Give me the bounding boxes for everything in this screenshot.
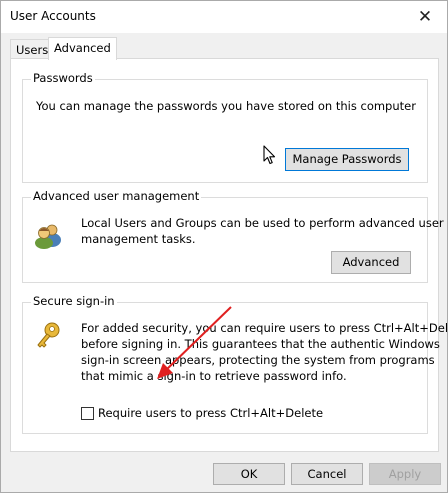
advanced-description-line2: management tasks.: [81, 232, 196, 246]
manage-passwords-button[interactable]: Manage Passwords: [285, 148, 409, 171]
title-bar: User Accounts ✕: [1, 1, 447, 33]
advanced-button[interactable]: Advanced: [331, 251, 411, 274]
apply-button[interactable]: Apply: [369, 463, 441, 485]
advanced-description-line1: Local Users and Groups can be used to pe…: [81, 216, 444, 230]
ok-button[interactable]: OK: [213, 463, 285, 485]
secure-signin-title: Secure sign-in: [31, 294, 117, 308]
ok-button-label: OK: [240, 467, 258, 481]
users-group-icon: [33, 220, 63, 250]
user-accounts-window: User Accounts ✕ Users Advanced Passwords…: [0, 0, 448, 493]
secure-signin-description-line3: sign-in screen appears, protecting the s…: [81, 353, 435, 367]
annotation-arrow-icon: [151, 303, 237, 383]
cancel-button-label: Cancel: [307, 467, 347, 481]
advanced-tab-panel: Passwords You can manage the passwords y…: [10, 58, 448, 452]
key-icon: [35, 321, 63, 351]
tab-users-label: Users: [16, 43, 49, 57]
close-icon[interactable]: ✕: [411, 5, 439, 29]
require-ctrl-alt-delete-checkbox[interactable]: [81, 407, 94, 420]
passwords-group-title: Passwords: [31, 71, 95, 85]
cancel-button[interactable]: Cancel: [291, 463, 363, 485]
passwords-description: You can manage the passwords you have st…: [36, 99, 416, 113]
tab-advanced[interactable]: Advanced: [48, 37, 117, 60]
advanced-button-label: Advanced: [342, 255, 400, 269]
advanced-user-management-group: Advanced user management Local Users and…: [22, 189, 444, 283]
secure-signin-description-line1: For added security, you can require user…: [81, 321, 448, 335]
advanced-user-management-title: Advanced user management: [31, 189, 202, 203]
secure-signin-description-line2: before signing in. This guarantees that …: [81, 337, 440, 351]
apply-button-label: Apply: [388, 467, 422, 481]
window-title: User Accounts: [10, 9, 96, 23]
require-ctrl-alt-delete-label[interactable]: Require users to press Ctrl+Alt+Delete: [98, 405, 323, 421]
tab-advanced-label: Advanced: [54, 41, 111, 55]
manage-passwords-button-label: Manage Passwords: [292, 152, 402, 166]
passwords-group: Passwords You can manage the passwords y…: [22, 71, 428, 183]
mouse-cursor-icon: [263, 145, 276, 165]
